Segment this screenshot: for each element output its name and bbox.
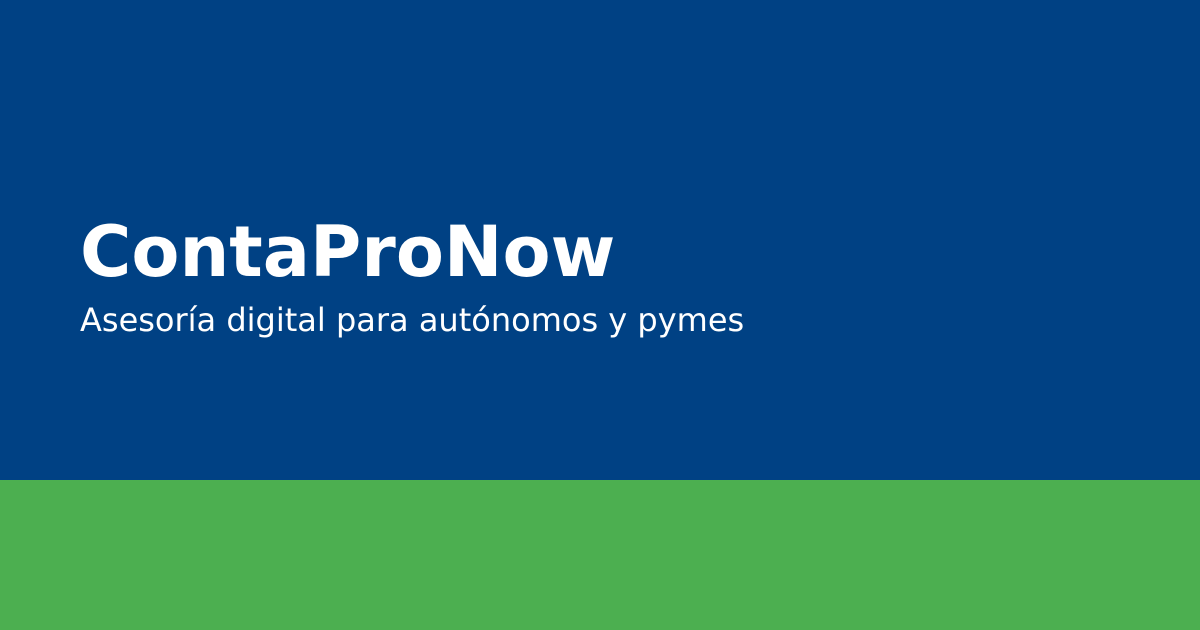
brand-tagline: Asesoría digital para autónomos y pymes <box>80 301 745 339</box>
banner-background-blue: ContaProNow Asesoría digital para autóno… <box>0 0 1200 480</box>
banner-background-green <box>0 480 1200 630</box>
brand-title: ContaProNow <box>80 211 616 293</box>
